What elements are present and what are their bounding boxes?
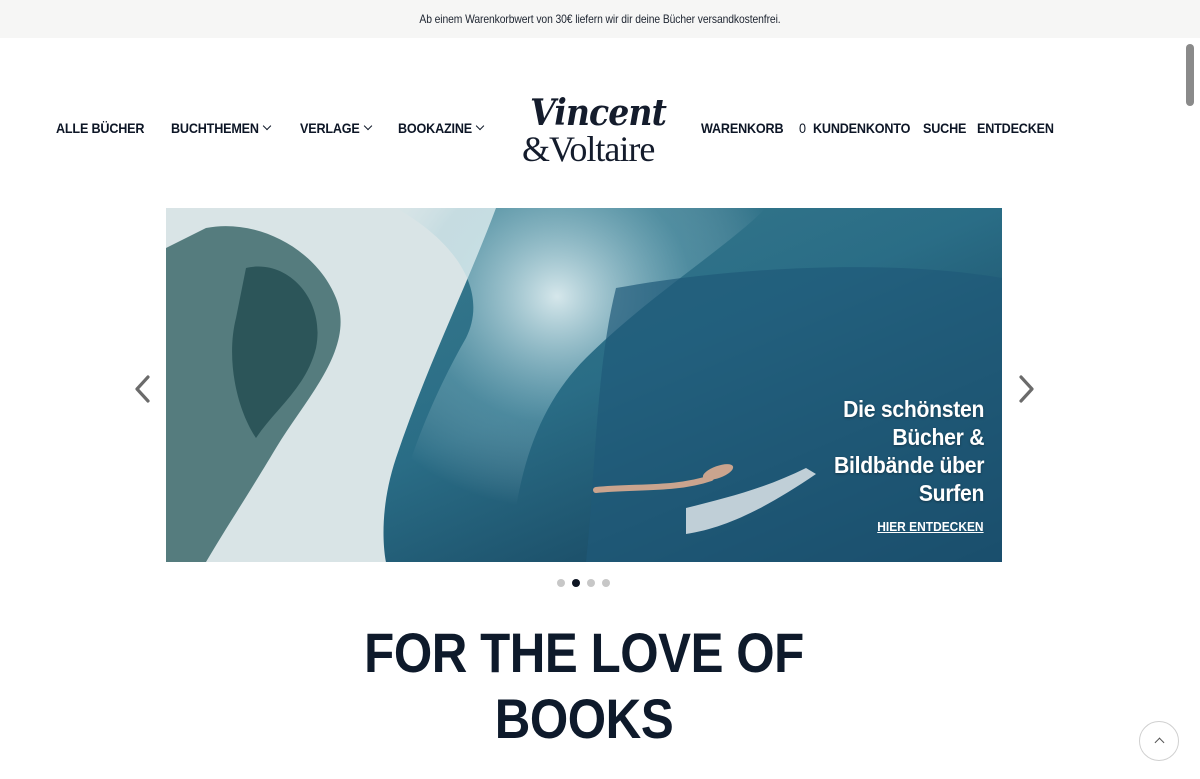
search-link[interactable]: SUCHE xyxy=(923,120,971,136)
headline-line: BOOKS xyxy=(494,687,674,750)
hero-title: Die schönsten Bücher & Bildbände über Su… xyxy=(821,395,984,507)
cart-link[interactable]: WARENKORB 0 xyxy=(701,120,806,136)
site-logo[interactable]: Vincent &Voltaire xyxy=(520,92,667,170)
scrollbar-thumb[interactable] xyxy=(1186,44,1194,106)
hero-title-line: Die schönsten xyxy=(842,396,984,422)
announcement-bar: Ab einem Warenkorbwert von 30€ liefern w… xyxy=(0,0,1200,38)
chevron-right-icon xyxy=(1019,375,1034,403)
hero-surf-image xyxy=(166,208,1002,562)
hero-slide[interactable]: Die schönsten Bücher & Bildbände über Su… xyxy=(166,208,1002,562)
chevron-down-icon xyxy=(262,121,271,131)
slider-pagination xyxy=(557,579,610,587)
chevron-up-icon xyxy=(1154,737,1164,748)
back-to-top-button[interactable] xyxy=(1139,721,1179,761)
logo-text-voltaire: &Voltaire xyxy=(522,129,655,169)
nav-label: BOOKAZINE xyxy=(398,120,472,136)
slider-dot[interactable] xyxy=(587,579,595,587)
hero-cta-link[interactable]: HIER ENTDECKEN xyxy=(878,519,984,534)
cart-label: WARENKORB xyxy=(701,120,784,136)
page-headline: FOR THE LOVE OF BOOKS xyxy=(0,620,1168,752)
nav-label: VERLAGE xyxy=(300,120,360,136)
slider-dot[interactable] xyxy=(557,579,565,587)
slider-next-button[interactable] xyxy=(1015,374,1037,404)
nav-item-bookazine[interactable]: BOOKAZINE xyxy=(398,120,485,136)
chevron-down-icon xyxy=(364,121,373,131)
discover-link[interactable]: ENTDECKEN xyxy=(977,120,1062,136)
hero-title-line: Bücher & xyxy=(892,424,984,450)
chevron-left-icon xyxy=(135,375,150,403)
slider-prev-button[interactable] xyxy=(132,374,154,404)
chevron-down-icon xyxy=(475,121,485,131)
nav-item-verlage[interactable]: VERLAGE xyxy=(300,120,373,136)
hero-title-line: Bildbände über xyxy=(833,452,984,478)
nav-item-alle-buecher[interactable]: ALLE BÜCHER xyxy=(56,120,154,136)
hero-title-line: Surfen xyxy=(918,480,985,506)
slider-dot-active[interactable] xyxy=(572,579,580,587)
nav-label: ALLE BÜCHER xyxy=(56,120,145,136)
discover-label: ENTDECKEN xyxy=(977,120,1054,136)
headline-line: FOR THE LOVE OF xyxy=(364,621,804,684)
cart-count: 0 xyxy=(798,120,806,136)
nav-label: BUCHTHEMEN xyxy=(171,120,259,136)
account-label: KUNDENKONTO xyxy=(813,120,911,136)
nav-item-buchthemen[interactable]: BUCHTHEMEN xyxy=(171,120,271,136)
announcement-text: Ab einem Warenkorbwert von 30€ liefern w… xyxy=(419,12,781,26)
slider-dot[interactable] xyxy=(602,579,610,587)
account-link[interactable]: KUNDENKONTO xyxy=(813,120,921,136)
search-label: SUCHE xyxy=(923,120,967,136)
page-scrollbar[interactable] xyxy=(1182,40,1196,779)
